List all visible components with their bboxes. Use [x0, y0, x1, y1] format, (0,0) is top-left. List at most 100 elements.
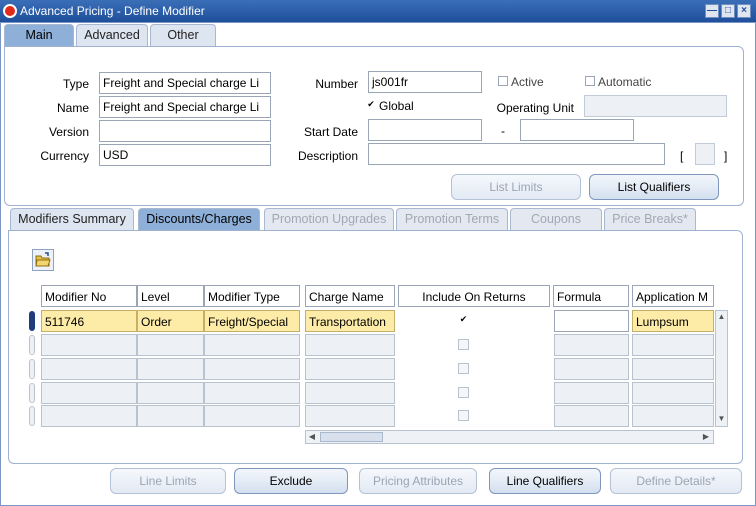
modifier-no-cell[interactable] — [41, 382, 137, 404]
tab-advanced[interactable]: Advanced — [76, 24, 148, 46]
row-indicator[interactable] — [29, 359, 35, 379]
currency-field[interactable]: USD — [99, 144, 271, 166]
application-method-cell[interactable] — [632, 334, 714, 356]
tab-promotion-terms[interactable]: Promotion Terms — [396, 208, 508, 230]
include-on-returns-checkbox[interactable] — [458, 387, 469, 398]
modifier-type-cell[interactable] — [204, 334, 300, 356]
modifier-no-cell[interactable] — [41, 405, 137, 427]
row-indicator[interactable] — [29, 311, 35, 331]
include-on-returns-checkbox[interactable] — [458, 363, 469, 374]
modifier-type-cell[interactable] — [204, 405, 300, 427]
charge-name-cell[interactable] — [305, 382, 395, 404]
operating-unit-label: Operating Unit — [496, 101, 574, 115]
application-method-cell[interactable] — [632, 405, 714, 427]
modifier-no-cell[interactable]: 511746 — [41, 310, 137, 332]
maximize-icon[interactable]: □ — [721, 4, 735, 18]
automatic-label: Automatic — [598, 75, 652, 89]
formula-cell[interactable] — [554, 310, 629, 332]
level-cell[interactable] — [137, 382, 204, 404]
list-limits-button[interactable]: List Limits — [451, 174, 581, 200]
col-header-level: Level — [137, 285, 204, 307]
line-qualifiers-button[interactable]: Line Qualifiers — [489, 468, 601, 494]
arrow-up-icon[interactable]: ▲ — [716, 311, 727, 323]
description-field[interactable] — [368, 143, 665, 165]
dff-bracket-open: [ — [680, 149, 684, 163]
active-checkbox[interactable] — [498, 76, 508, 86]
tab-modifiers-summary[interactable]: Modifiers Summary — [10, 208, 134, 230]
define-details-button[interactable]: Define Details* — [610, 468, 742, 494]
row-indicator[interactable] — [29, 383, 35, 403]
modifier-no-cell[interactable] — [41, 358, 137, 380]
number-label: Number — [315, 77, 358, 91]
modifier-type-cell[interactable] — [204, 382, 300, 404]
vertical-scrollbar[interactable] — [715, 310, 728, 427]
list-qualifiers-button[interactable]: List Qualifiers — [589, 174, 719, 200]
pricing-attributes-button[interactable]: Pricing Attributes — [359, 468, 477, 494]
oracle-icon — [3, 4, 17, 18]
tab-discounts-charges[interactable]: Discounts/Charges — [138, 208, 260, 230]
end-date-field[interactable] — [520, 119, 634, 141]
version-field[interactable] — [99, 120, 271, 142]
formula-cell[interactable] — [554, 382, 629, 404]
tab-coupons[interactable]: Coupons — [510, 208, 602, 230]
modifier-type-cell[interactable] — [204, 358, 300, 380]
version-label: Version — [48, 125, 89, 139]
modifier-no-cell[interactable] — [41, 334, 137, 356]
row-indicator[interactable] — [29, 406, 35, 426]
col-header-application-method: Application M — [632, 285, 714, 307]
modifier-type-cell[interactable]: Freight/Special — [204, 310, 300, 332]
currency-label: Currency — [40, 149, 89, 163]
start-date-field[interactable] — [368, 119, 482, 141]
charge-name-cell[interactable]: Transportation — [305, 310, 395, 332]
date-range-separator: - — [501, 124, 505, 138]
global-label: Global — [379, 99, 414, 113]
dff-bracket-close: ] — [724, 149, 728, 163]
minimize-icon[interactable]: — — [705, 4, 719, 18]
name-field[interactable]: Freight and Special charge Li — [99, 96, 271, 118]
global-checkbox[interactable]: ✔ — [366, 100, 376, 110]
number-field[interactable]: js001fr — [368, 71, 482, 93]
type-field[interactable]: Freight and Special charge Li — [99, 72, 271, 94]
include-on-returns-checkbox[interactable] — [458, 339, 469, 350]
level-cell[interactable]: Order — [137, 310, 204, 332]
tab-other[interactable]: Other — [150, 24, 216, 46]
col-header-formula: Formula — [553, 285, 629, 307]
formula-cell[interactable] — [554, 358, 629, 380]
arrow-left-icon[interactable]: ◀ — [307, 431, 317, 443]
charge-name-cell[interactable] — [305, 405, 395, 427]
application-method-cell[interactable] — [632, 382, 714, 404]
start-date-label: Start Date — [303, 125, 358, 139]
row-indicator[interactable] — [29, 335, 35, 355]
arrow-down-icon[interactable]: ▼ — [716, 413, 727, 425]
application-method-cell[interactable] — [632, 358, 714, 380]
name-label: Name — [56, 101, 89, 115]
close-icon[interactable]: × — [737, 4, 751, 18]
tab-main[interactable]: Main — [4, 24, 74, 46]
level-cell[interactable] — [137, 405, 204, 427]
type-label: Type — [62, 77, 89, 91]
level-cell[interactable] — [137, 334, 204, 356]
automatic-checkbox[interactable] — [585, 76, 595, 86]
tab-price-breaks[interactable]: Price Breaks* — [604, 208, 696, 230]
description-label: Description — [297, 149, 358, 163]
include-on-returns-checkbox[interactable] — [458, 410, 469, 421]
active-label: Active — [511, 75, 544, 89]
application-method-cell[interactable]: Lumpsum — [632, 310, 714, 332]
exclude-button[interactable]: Exclude — [234, 468, 348, 494]
open-folder-icon[interactable] — [32, 249, 54, 271]
arrow-right-icon[interactable]: ▶ — [701, 431, 711, 443]
window-title: Advanced Pricing - Define Modifier — [20, 4, 205, 18]
descriptive-flexfield[interactable] — [695, 143, 715, 165]
formula-cell[interactable] — [554, 334, 629, 356]
line-limits-button[interactable]: Line Limits — [110, 468, 226, 494]
charge-name-cell[interactable] — [305, 334, 395, 356]
formula-cell[interactable] — [554, 405, 629, 427]
tab-promotion-upgrades[interactable]: Promotion Upgrades — [264, 208, 394, 230]
col-header-modifier-type: Modifier Type — [204, 285, 300, 307]
level-cell[interactable] — [137, 358, 204, 380]
window-titlebar[interactable]: Advanced Pricing - Define Modifier — □ × — [0, 0, 756, 22]
horizontal-scroll-thumb[interactable] — [320, 432, 383, 442]
operating-unit-field[interactable] — [584, 95, 727, 117]
charge-name-cell[interactable] — [305, 358, 395, 380]
include-on-returns-checkbox[interactable]: ✔ — [458, 314, 469, 325]
